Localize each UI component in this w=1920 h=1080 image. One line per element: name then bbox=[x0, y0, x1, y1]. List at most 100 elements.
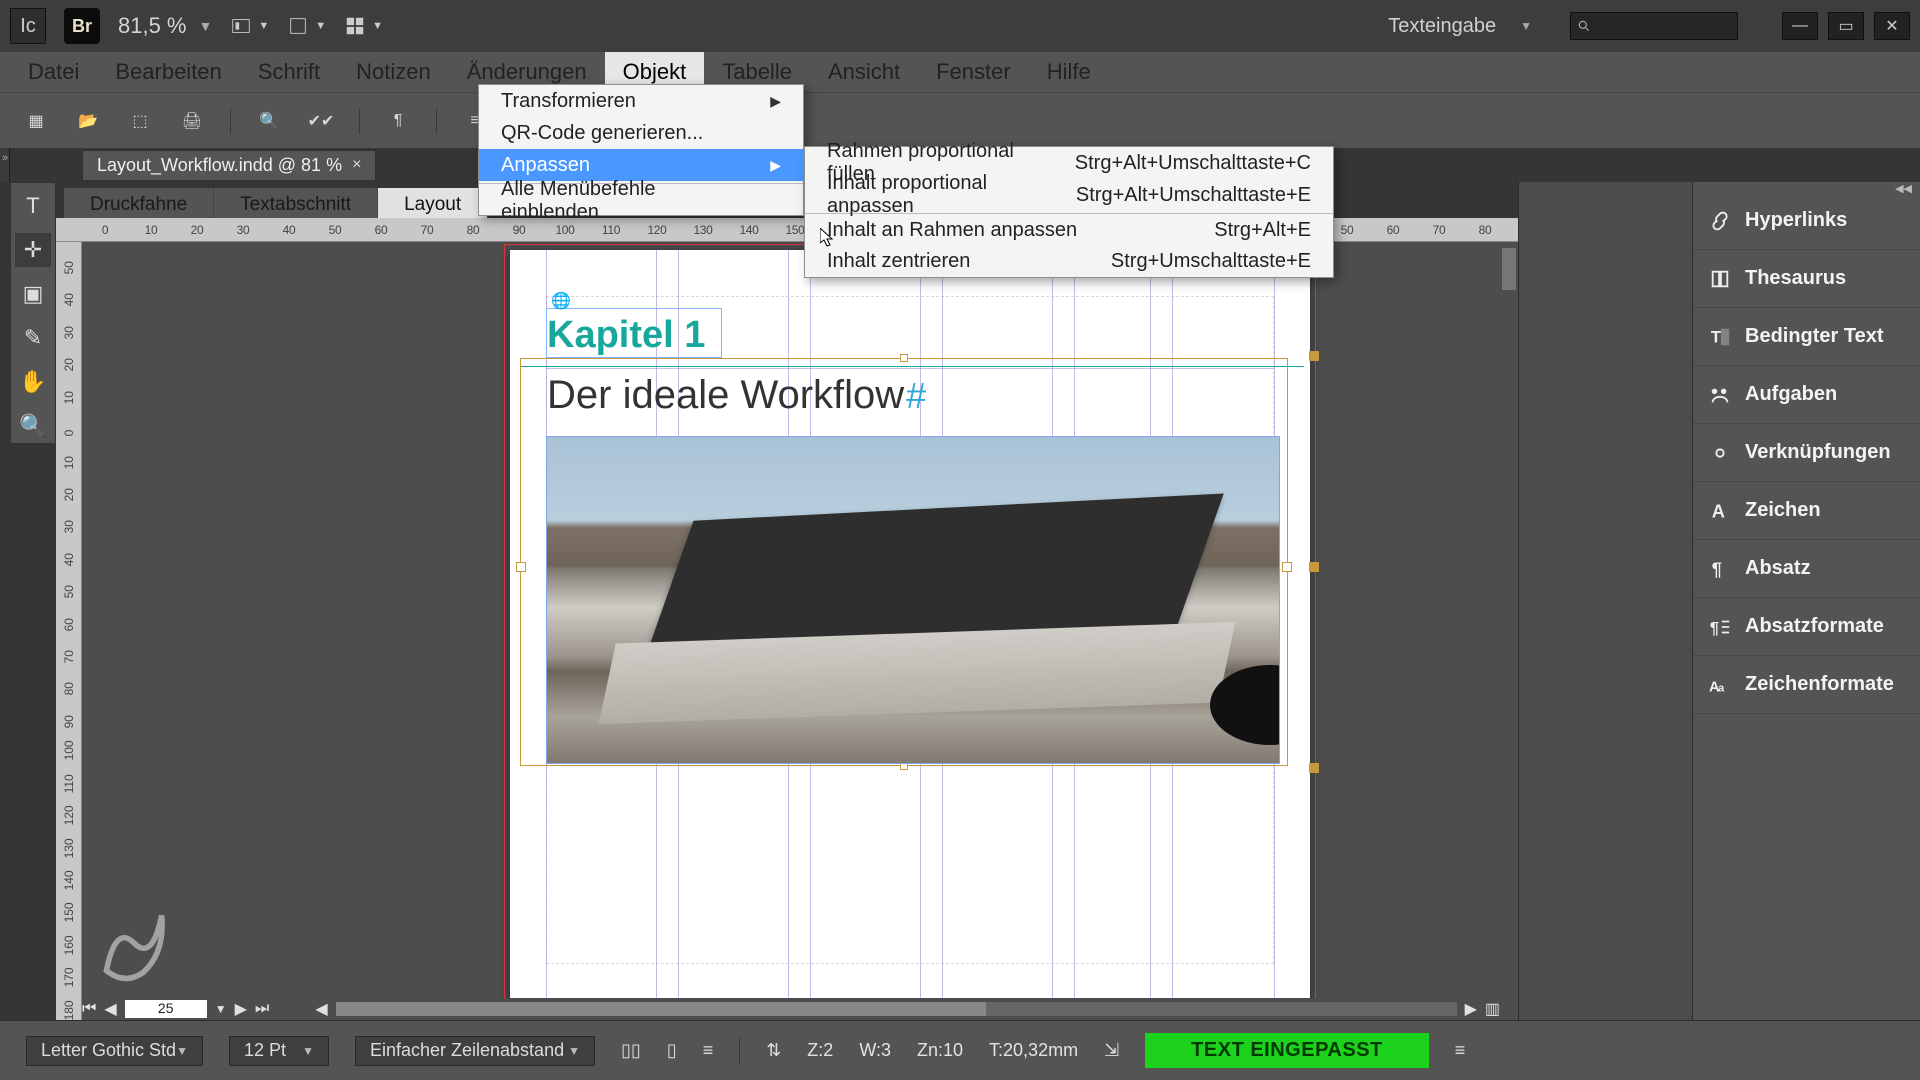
submenu-inhalt-zentrieren[interactable]: Inhalt zentrieren Strg+Umschalttaste+E bbox=[805, 245, 1333, 277]
view-mode-tabs: Druckfahne Textabschnitt Layout bbox=[64, 188, 488, 222]
panel-thesaurus[interactable]: Thesaurus bbox=[1693, 250, 1920, 308]
panel-bedingter-text[interactable]: TBedingter Text bbox=[1693, 308, 1920, 366]
page-number-input[interactable]: 25 bbox=[125, 1000, 207, 1018]
z-metric: Z:2 bbox=[807, 1040, 833, 1061]
document-tab-label: Layout_Workflow.indd @ 81 % bbox=[97, 155, 342, 176]
copyfit-badge: TEXT EINGEPASST bbox=[1145, 1033, 1429, 1068]
shortcut-text: Strg+Alt+Umschalttaste+E bbox=[1076, 184, 1311, 207]
vertical-scrollbar[interactable] bbox=[1500, 242, 1518, 998]
note-tool[interactable]: ▣ bbox=[15, 277, 51, 311]
panel-zeichen[interactable]: AZeichen bbox=[1693, 482, 1920, 540]
scroll-left-button[interactable]: ◀ bbox=[315, 999, 327, 1019]
hand-tool[interactable]: ✋ bbox=[15, 365, 51, 399]
open-icon[interactable]: 📂 bbox=[74, 107, 102, 135]
page-icon[interactable]: ▯ bbox=[667, 1040, 677, 1061]
page[interactable]: Kapitel 1 🌐 Der ideale Workflow # ✎ bbox=[510, 250, 1310, 998]
split-view-icon[interactable]: ▥ bbox=[1485, 999, 1500, 1019]
document-tab[interactable]: Layout_Workflow.indd @ 81 % × bbox=[82, 150, 376, 181]
menu-item-qrcode[interactable]: QR-Code generieren... bbox=[479, 117, 803, 149]
zoom-value: 81,5 % bbox=[118, 13, 187, 39]
panel-hyperlinks[interactable]: Hyperlinks bbox=[1693, 192, 1920, 250]
menu-fenster[interactable]: Fenster bbox=[918, 52, 1029, 92]
chapter-frame[interactable]: Kapitel 1 🌐 bbox=[546, 308, 722, 358]
close-button[interactable]: ✕ bbox=[1874, 12, 1910, 40]
font-size-combo[interactable]: 12 Pt▼ bbox=[229, 1036, 329, 1066]
tab-druckfahne[interactable]: Druckfahne bbox=[64, 188, 214, 222]
w-metric: W:3 bbox=[859, 1040, 891, 1061]
font-family-combo[interactable]: Letter Gothic Std▼ bbox=[26, 1036, 203, 1066]
panel-zeichenformate[interactable]: AaZeichenformate bbox=[1693, 656, 1920, 714]
menu-bearbeiten[interactable]: Bearbeiten bbox=[97, 52, 239, 92]
spellcheck-icon[interactable]: ✔✔ bbox=[307, 107, 335, 135]
zoom-level[interactable]: 81,5 % ▼ bbox=[118, 13, 212, 39]
last-page-button[interactable]: ⏭ bbox=[255, 1000, 269, 1018]
maximize-button[interactable]: ▭ bbox=[1828, 12, 1864, 40]
title-bar: Ic Br 81,5 % ▼ ▼ ▼ ▼ Texteingabe ▼ — ▭ ✕ bbox=[0, 0, 1920, 52]
subtitle-frame[interactable]: Der ideale Workflow # bbox=[547, 368, 1274, 422]
bridge-icon[interactable]: Br bbox=[64, 8, 100, 44]
scroll-right-button[interactable]: ▶ bbox=[1465, 999, 1477, 1019]
tool-gutter: » bbox=[0, 148, 10, 182]
svg-text:T: T bbox=[1711, 328, 1721, 346]
minimize-button[interactable]: — bbox=[1782, 12, 1818, 40]
font-size-value: 12 Pt bbox=[244, 1040, 286, 1061]
tab-layout[interactable]: Layout bbox=[378, 188, 488, 222]
svg-text:A: A bbox=[1712, 500, 1725, 521]
workspace-switcher[interactable]: Texteingabe bbox=[1388, 15, 1496, 38]
new-icon[interactable]: ▦ bbox=[22, 107, 50, 135]
watermark-logo bbox=[88, 897, 180, 994]
save-icon[interactable]: ⬚ bbox=[126, 107, 154, 135]
eyedropper-tool[interactable]: ✎ bbox=[15, 321, 51, 355]
leading-combo[interactable]: Einfacher Zeilenabstand▼ bbox=[355, 1036, 595, 1066]
pilcrow-icon[interactable]: ¶ bbox=[384, 107, 412, 135]
align-icon[interactable]: ≡ bbox=[703, 1040, 714, 1061]
panel-absatzformate[interactable]: ¶Absatzformate bbox=[1693, 598, 1920, 656]
document-canvas[interactable]: 0102030405060708090100110120130140150160… bbox=[56, 218, 1518, 1020]
svg-text:¶: ¶ bbox=[1710, 619, 1719, 637]
page-navigator: ⏮ ◀ 25 ▼ ▶ ⏭ ◀ ▶ ▥ bbox=[82, 998, 1500, 1020]
search-icon[interactable]: 🔍 bbox=[255, 107, 283, 135]
panel-collapsed-gutter[interactable] bbox=[1518, 182, 1692, 1020]
end-of-story-marker: # bbox=[906, 375, 926, 417]
columns-icon[interactable]: ▯▯ bbox=[621, 1040, 641, 1061]
objekt-menu: Transformieren▶ QR-Code generieren... An… bbox=[478, 84, 804, 216]
menu-datei[interactable]: Datei bbox=[10, 52, 97, 92]
menu-notizen[interactable]: Notizen bbox=[338, 52, 449, 92]
image-frame[interactable]: ✎ bbox=[546, 436, 1280, 764]
tab-textabschnitt[interactable]: Textabschnitt bbox=[214, 188, 378, 222]
close-icon[interactable]: × bbox=[352, 156, 361, 174]
menu-hilfe[interactable]: Hilfe bbox=[1029, 52, 1109, 92]
menu-item-anpassen[interactable]: Anpassen▶ bbox=[479, 149, 803, 181]
horizontal-scrollbar[interactable] bbox=[336, 1002, 1457, 1016]
print-icon[interactable]: 🖨 bbox=[178, 107, 206, 135]
shortcut-text: Strg+Umschalttaste+E bbox=[1111, 250, 1311, 273]
panel-aufgaben[interactable]: Aufgaben bbox=[1693, 366, 1920, 424]
menu-item-alle-befehle[interactable]: Alle Menübefehle einblenden bbox=[479, 183, 803, 215]
view-mode-dropdown[interactable]: ▼ bbox=[230, 15, 269, 37]
chevron-down-icon: ▼ bbox=[1520, 19, 1532, 33]
next-page-button[interactable]: ▶ bbox=[235, 999, 247, 1019]
menu-bar: Datei Bearbeiten Schrift Notizen Änderun… bbox=[0, 52, 1920, 92]
zoom-tool[interactable]: 🔍 bbox=[15, 409, 51, 443]
page-dropdown-icon[interactable]: ▼ bbox=[215, 1002, 227, 1016]
submenu-inhalt-prop-anpassen[interactable]: Inhalt proportional anpassen Strg+Alt+Um… bbox=[805, 179, 1333, 211]
options-icon[interactable]: ≡ bbox=[1455, 1040, 1466, 1061]
screen-mode-dropdown[interactable]: ▼ bbox=[287, 15, 326, 37]
svg-text:¶: ¶ bbox=[1712, 558, 1722, 579]
zn-metric: Zn:10 bbox=[917, 1040, 963, 1061]
first-page-button[interactable]: ⏮ bbox=[82, 1000, 96, 1018]
position-tool[interactable]: ✛ bbox=[15, 233, 51, 267]
menu-schrift[interactable]: Schrift bbox=[240, 52, 338, 92]
menu-item-transformieren[interactable]: Transformieren▶ bbox=[479, 85, 803, 117]
type-tool[interactable]: T bbox=[15, 189, 51, 223]
measure-icon[interactable]: ⇅ bbox=[766, 1040, 781, 1061]
menu-ansicht[interactable]: Ansicht bbox=[810, 52, 918, 92]
panel-verknüpfungen[interactable]: Verknüpfungen bbox=[1693, 424, 1920, 482]
arrange-dropdown[interactable]: ▼ bbox=[344, 15, 383, 37]
svg-text:a: a bbox=[1718, 682, 1725, 694]
help-search-input[interactable] bbox=[1570, 12, 1738, 40]
prev-page-button[interactable]: ◀ bbox=[104, 999, 116, 1019]
panel-absatz[interactable]: ¶Absatz bbox=[1693, 540, 1920, 598]
depth-icon[interactable]: ⇲ bbox=[1104, 1040, 1119, 1061]
subtitle-text: Der ideale Workflow bbox=[547, 373, 904, 418]
